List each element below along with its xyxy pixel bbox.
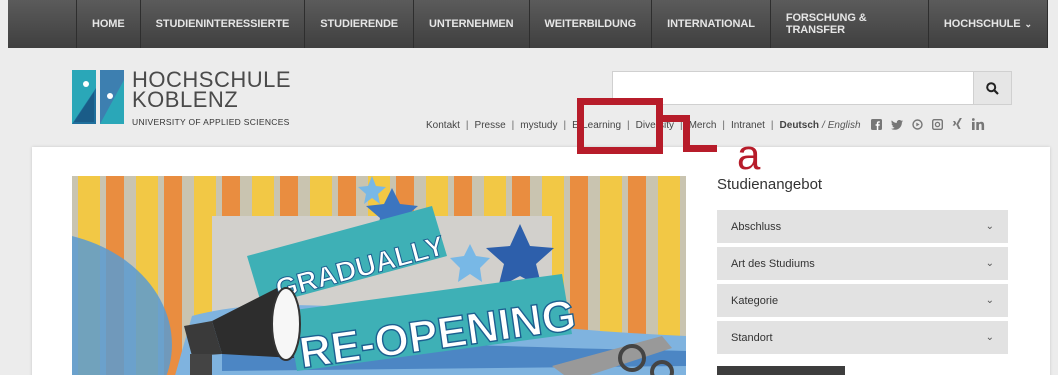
nav-item-international[interactable]: INTERNATIONAL [652,0,771,48]
dropdown-standort[interactable]: Standort ⌄ [717,321,1008,354]
nav-item-home[interactable]: HOME [76,0,141,48]
nav-label: STUDIERENDE [320,18,399,30]
search-button[interactable] [974,71,1012,105]
annotation-connector [683,145,717,152]
nav-item-studierende[interactable]: STUDIERENDE [305,0,415,48]
facebook-icon[interactable] [870,118,882,133]
dropdown-label: Art des Studiums [731,257,815,270]
link-presse[interactable]: Presse [475,120,506,131]
nav-label: WEITERBILDUNG [544,18,637,30]
chevron-down-icon: ⌄ [985,332,994,343]
nav-label: STUDIENINTERESSIERTE [155,18,290,30]
link-mystudy[interactable]: mystudy [520,120,557,131]
dropdown-label: Kategorie [731,294,779,307]
separator: | [563,120,567,131]
sidebar-title: Studienangebot [717,176,823,193]
social-links [870,118,985,133]
logo-subtitle: KOBLENZ [132,87,239,112]
search-programs-button[interactable] [717,366,845,375]
chevron-down-icon: ⌄ [985,221,994,232]
chevron-down-icon: ⌄ [1024,18,1033,29]
link-merch[interactable]: Merch [689,120,717,131]
nav-label: HOME [92,18,125,30]
dropdown-label: Standort [731,331,773,344]
nav-item-studieninteressierte[interactable]: STUDIENINTERESSIERTE [141,0,306,48]
separator: | [770,120,774,131]
nav-item-weiterbildung[interactable]: WEITERBILDUNG [530,0,653,48]
separator: | [722,120,725,131]
university-logo[interactable]: HOCHSCHULE KOBLENZ UNIVERSITY OF APPLIED… [72,69,291,127]
link-intranet[interactable]: Intranet [731,120,765,131]
xing-icon[interactable] [952,118,963,133]
linkedin-icon[interactable] [971,118,985,133]
chevron-down-icon: ⌄ [985,258,994,269]
dropdown-label: Abschluss [731,220,782,233]
dropdown-kategorie[interactable]: Kategorie ⌄ [717,284,1008,317]
nav-item-hochschule[interactable]: HOCHSCHULE ⌄ [929,0,1048,48]
link-kontakt[interactable]: Kontakt [426,120,460,131]
separator: | [465,120,469,131]
search-input[interactable] [612,71,974,105]
dropdown-abschluss[interactable]: Abschluss ⌄ [717,210,1008,243]
nav-item-unternehmen[interactable]: UNTERNEHMEN [414,0,530,48]
instagram-icon[interactable] [931,118,943,133]
youtube-icon[interactable] [911,118,923,133]
annotation-highlight-box [577,98,663,154]
chevron-down-icon: ⌄ [985,295,994,306]
nav-label: UNTERNEHMEN [429,18,514,30]
logo-tagline: UNIVERSITY OF APPLIED SCIENCES [132,117,290,127]
annotation-label: a [737,131,761,178]
nav-label: HOCHSCHULE [943,18,1021,30]
service-links: Kontakt | Presse | mystudy | E-Learning … [426,118,985,133]
twitter-icon[interactable] [890,119,903,133]
language-english[interactable]: English [828,120,861,131]
top-navigation: HOME STUDIENINTERESSIERTE STUDIERENDE UN… [8,0,1048,48]
search-bar [612,71,1012,105]
hero-banner-image[interactable]: GRADUALLY RE-OPENING [72,176,686,375]
language-deutsch[interactable]: Deutsch [780,120,819,131]
dropdown-art-des-studiums[interactable]: Art des Studiums ⌄ [717,247,1008,280]
search-icon [986,81,999,95]
separator: | [511,120,515,131]
language-separator: / [821,120,825,131]
nav-label: INTERNATIONAL [667,18,755,30]
nav-label: FORSCHUNG & TRANSFER [785,12,867,36]
nav-item-forschung[interactable]: FORSCHUNG & TRANSFER [771,0,929,48]
logo-mark-icon [72,70,124,124]
